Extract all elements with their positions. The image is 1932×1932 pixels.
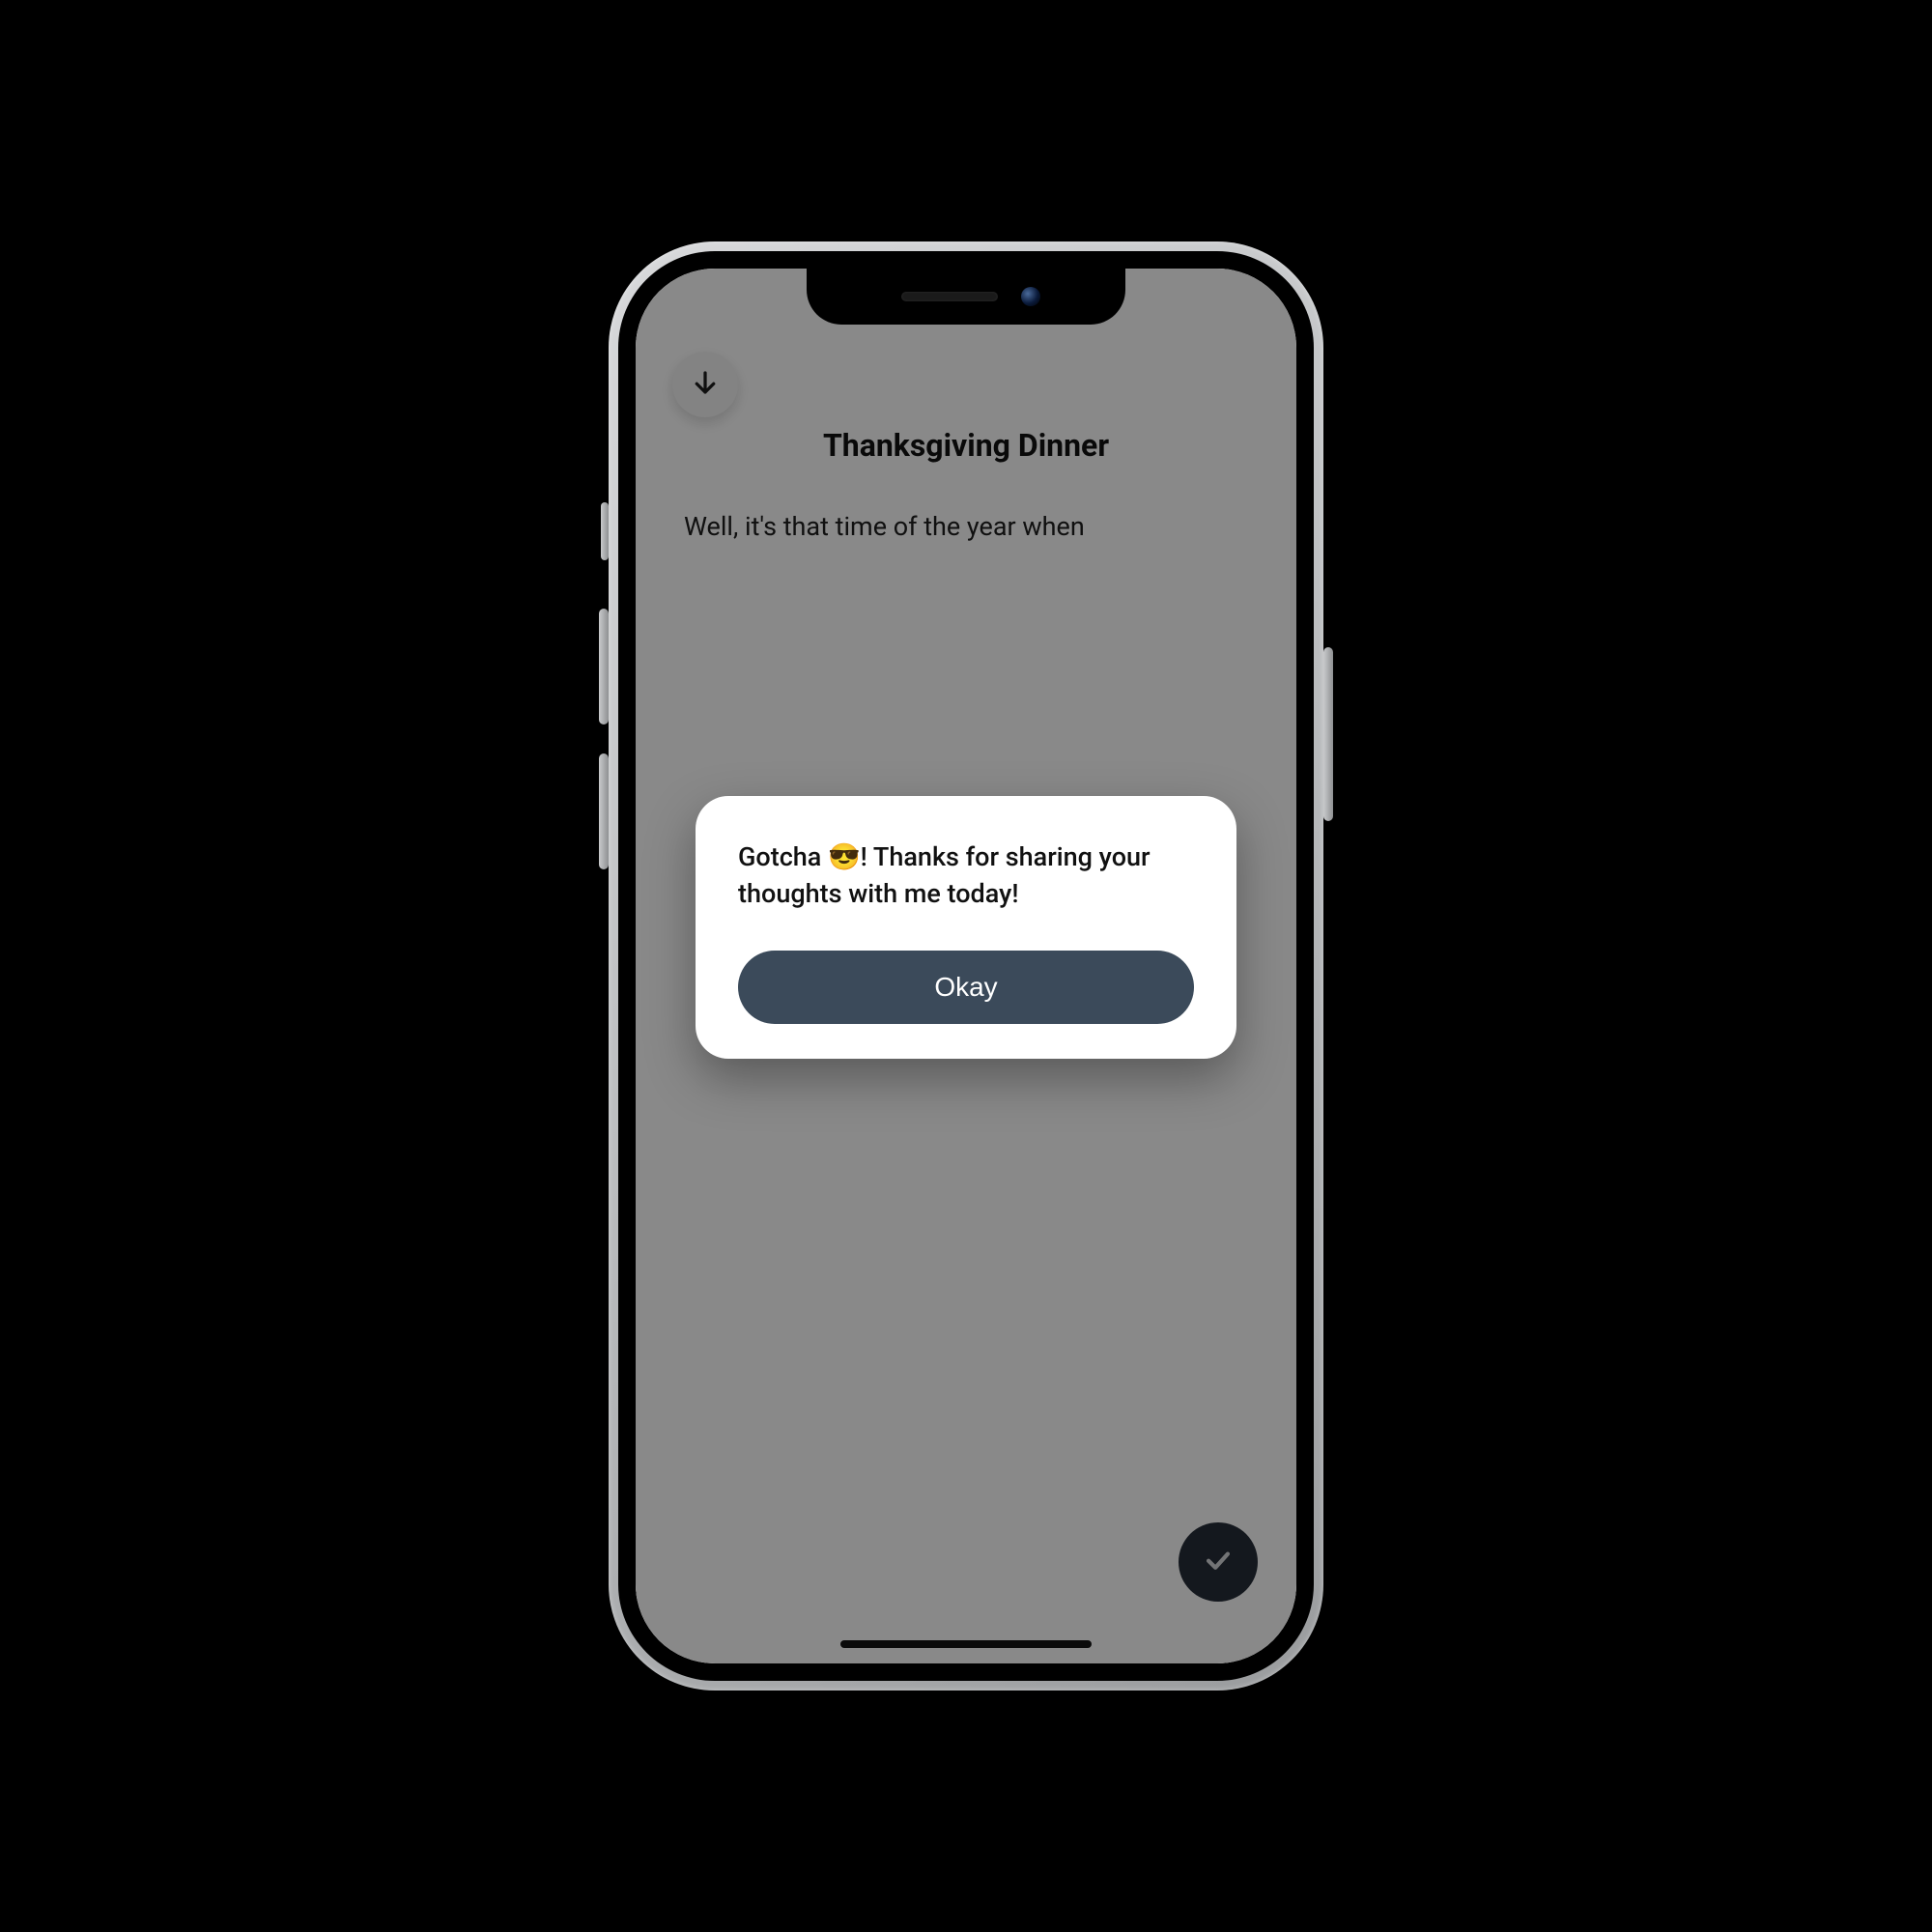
home-indicator[interactable]: [840, 1640, 1092, 1648]
okay-button[interactable]: Okay: [738, 951, 1194, 1024]
volume-up-button: [599, 609, 609, 724]
modal-message: Gotcha 😎! Thanks for sharing your though…: [738, 838, 1194, 913]
phone-notch: [807, 269, 1125, 325]
power-button: [1323, 647, 1333, 821]
front-camera: [1021, 287, 1040, 306]
speaker-grille: [901, 292, 998, 301]
modal-overlay[interactable]: Gotcha 😎! Thanks for sharing your though…: [636, 269, 1296, 1663]
volume-down-button: [599, 753, 609, 869]
confirmation-modal: Gotcha 😎! Thanks for sharing your though…: [696, 796, 1236, 1060]
silence-switch: [601, 502, 609, 560]
phone-screen: Thanksgiving Dinner Well, it's that time…: [636, 269, 1296, 1663]
phone-bezel: Thanksgiving Dinner Well, it's that time…: [618, 251, 1314, 1681]
phone-device-frame: Thanksgiving Dinner Well, it's that time…: [609, 242, 1323, 1690]
